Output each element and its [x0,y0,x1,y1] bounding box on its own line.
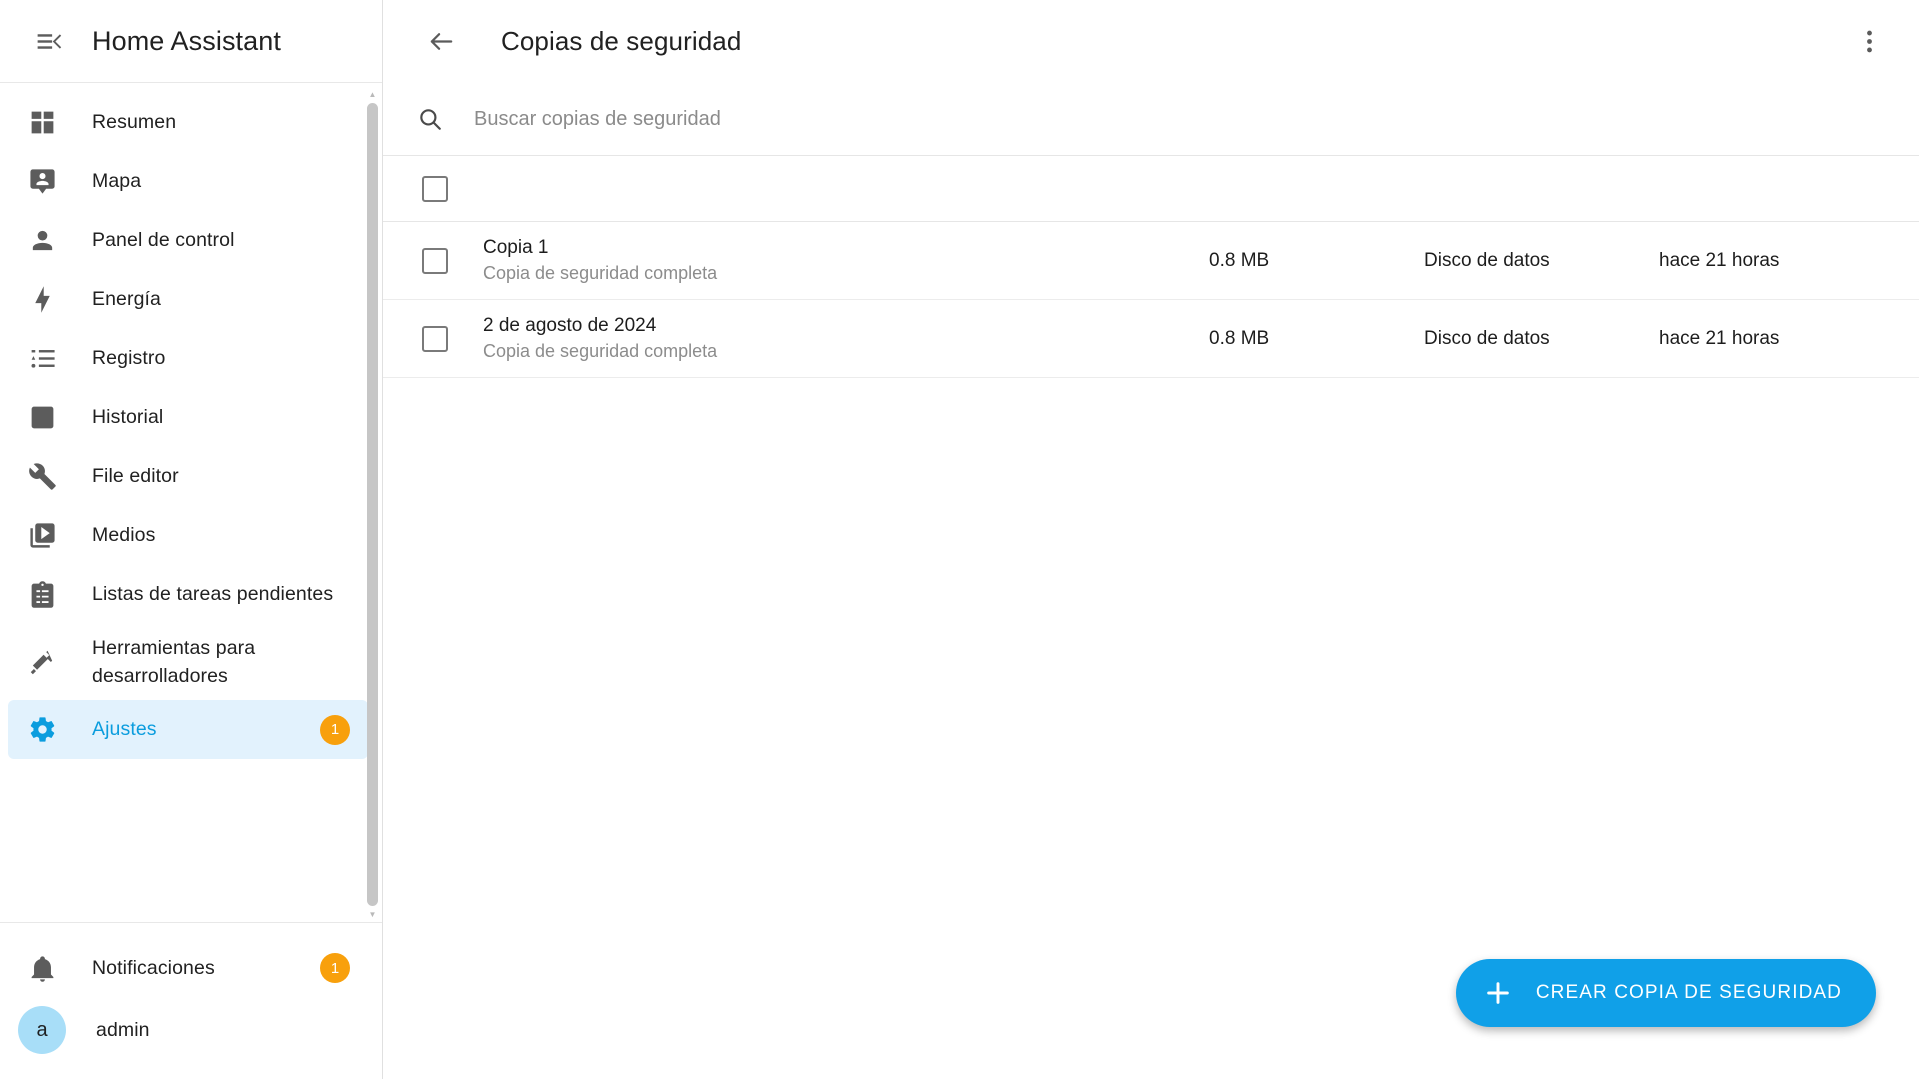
row-name-cell: 2 de agosto de 2024 Copia de seguridad c… [479,313,1209,364]
sidebar-item-mapa[interactable]: Mapa [8,152,368,211]
row-checkbox-cell [383,325,479,352]
sidebar-item-label: File editor [92,465,179,488]
row-checkbox[interactable] [422,325,448,352]
sidebar-footer: Notificaciones 1 a admin [0,922,382,1079]
row-checkbox-cell [383,247,479,274]
main-content: Copias de seguridad Buscar copias de seg… [383,0,1919,1079]
avatar: a [18,1006,66,1054]
sidebar-item-label: Historial [92,406,164,429]
scroll-up-arrow-icon[interactable]: ▲ [367,89,378,100]
view-dashboard-icon [24,105,60,141]
sidebar-scrollbar[interactable]: ▲ ▼ [367,89,378,920]
plus-icon [1482,977,1514,1009]
row-name-cell: Copia 1 Copia de seguridad completa [479,235,1209,286]
backup-time: hace 21 horas [1659,327,1780,349]
sidebar-item-historial[interactable]: Historial [8,388,368,447]
sidebar-item-label: Medios [92,524,156,547]
sidebar-item-herramientas-para-desarrolladores[interactable]: Herramientas para desarrolladores [8,624,368,700]
sidebar-item-resumen[interactable]: Resumen [8,93,368,152]
sidebar-item-label: Listas de tareas pendientes [92,583,334,606]
sidebar-item-label: admin [96,1018,150,1041]
account-icon [24,223,60,259]
brand-title: Home Assistant [92,25,281,56]
scroll-down-arrow-icon[interactable]: ▼ [367,909,378,920]
lightning-bolt-icon [24,282,60,318]
app-root: Home Assistant Resumen Mapa Panel de con… [0,0,1919,1079]
back-button[interactable] [413,14,469,70]
sidebar-item-label: Mapa [92,170,142,193]
menu-collapse-icon[interactable] [18,11,78,71]
bell-icon [24,950,60,986]
sidebar: Home Assistant Resumen Mapa Panel de con… [0,0,383,1079]
create-backup-label: CREAR COPIA DE SEGURIDAD [1535,982,1842,1003]
search-input[interactable] [474,107,1074,131]
wrench-icon [24,459,60,495]
search-icon [413,102,447,136]
sidebar-header: Home Assistant [0,0,382,83]
table-row[interactable]: 2 de agosto de 2024 Copia de seguridad c… [383,300,1919,378]
sidebar-scroll-area: Resumen Mapa Panel de control Energía Re… [0,83,382,922]
sidebar-item-label: Ajustes [92,718,157,741]
sidebar-item-label: Panel de control [92,229,235,252]
sidebar-item-label: Herramientas para desarrolladores [92,636,256,687]
map-marker-account-icon [24,164,60,200]
backup-size: 0.8 MB [1209,249,1270,271]
sidebar-item-user[interactable]: a admin [8,999,368,1061]
sidebar-item-panel-de-control[interactable]: Panel de control [8,211,368,270]
sidebar-item-registro[interactable]: Registro [8,329,368,388]
sidebar-item-energia[interactable]: Energía [8,270,368,329]
hammer-wrench-icon [24,644,60,680]
select-all-cell [383,175,479,202]
status-badge: 1 [320,714,350,745]
sidebar-item-notificaciones[interactable]: Notificaciones 1 [8,937,368,999]
sidebar-item-label: Registro [92,347,166,370]
backup-time: hace 21 horas [1659,249,1780,271]
backup-size: 0.8 MB [1209,327,1270,349]
format-list-bulleted-icon [24,341,60,377]
cog-icon [24,712,60,748]
overflow-menu-button[interactable] [1841,14,1897,70]
sidebar-item-medios[interactable]: Medios [8,506,368,565]
select-all-checkbox[interactable] [422,175,448,202]
scrollbar-thumb[interactable] [367,103,378,906]
sidebar-item-label: Resumen [92,111,177,134]
page-toolbar: Copias de seguridad [383,0,1919,83]
page-title: Copias de seguridad [501,26,742,56]
row-checkbox[interactable] [422,247,448,274]
backup-location: Disco de datos [1424,249,1550,271]
sidebar-item-file-editor[interactable]: File editor [8,447,368,506]
backups-table: Copia 1 Copia de seguridad completa 0.8 … [383,155,1919,378]
backup-location: Disco de datos [1424,327,1550,349]
backup-subtitle: Copia de seguridad completa [483,262,718,283]
table-row[interactable]: Copia 1 Copia de seguridad completa 0.8 … [383,222,1919,300]
clipboard-list-icon [24,577,60,613]
sidebar-item-label: Notificaciones [92,956,215,979]
chart-box-icon [24,400,60,436]
backup-subtitle: Copia de seguridad completa [483,340,718,361]
sidebar-item-ajustes[interactable]: Ajustes 1 [8,700,368,759]
play-box-multiple-icon [24,518,60,554]
search-bar[interactable] [383,83,1919,155]
sidebar-item-label: Energía [92,288,161,311]
table-header-row [383,155,1919,222]
backup-name: Copia 1 [483,237,549,259]
sidebar-item-listas-de-tareas-pendientes[interactable]: Listas de tareas pendientes [8,565,368,624]
backup-name: 2 de agosto de 2024 [483,315,657,337]
sidebar-nav-list: Resumen Mapa Panel de control Energía Re… [0,93,382,759]
create-backup-button[interactable]: CREAR COPIA DE SEGURIDAD [1455,959,1876,1027]
notification-badge: 1 [320,953,350,983]
